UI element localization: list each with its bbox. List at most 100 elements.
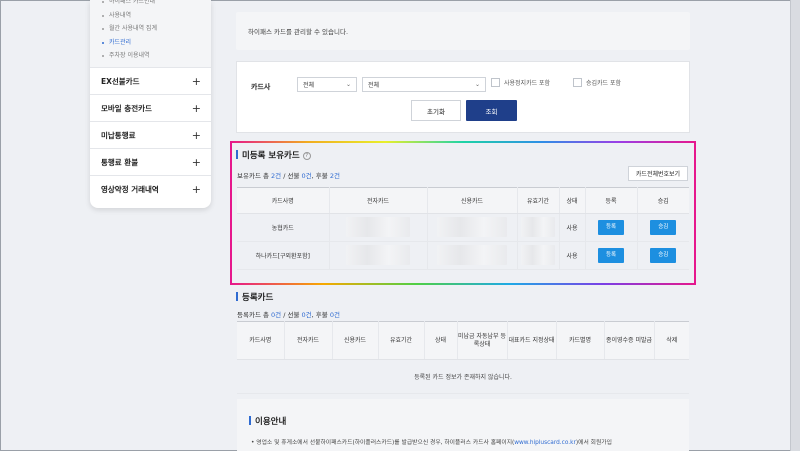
table-header-row: 카드사명 전자카드 신용카드 유효기간 상태 등록 승김 [237, 187, 689, 214]
card-company-cell: 농협카드 [237, 213, 329, 242]
scrollbar[interactable] [790, 0, 800, 451]
checkbox-box[interactable] [573, 78, 582, 87]
status-cell: 사용 [558, 241, 585, 270]
checkbox-label: 사용정지카드 포함 [504, 80, 551, 87]
transfer-button[interactable]: 승김 [650, 220, 677, 235]
sidebar-item-ex-prepaid[interactable]: EX선불카드 + [90, 67, 211, 94]
summary-postpaid: 0건 [329, 311, 340, 319]
col-header: 삭제 [653, 321, 689, 360]
subnav-item-monthly[interactable]: 월간 사용내역 집계 [102, 22, 211, 36]
register-cell: 등록 [584, 213, 637, 242]
view-full-card-numbers-button[interactable]: 카드전체번호보기 [628, 166, 688, 181]
plus-icon: + [191, 182, 201, 196]
registered-cards-table: 카드사명 전자카드 신용카드 유효기간 상태 미납금 자동납부 등록상태 대표카… [237, 321, 689, 394]
search-panel: 카드사 전체 ⌄ 전체 ⌄ 사용정지카드 포함 승김카드 포함 초기화 조회 [236, 61, 690, 133]
sidebar-item-label: 모바일 충전카드 [101, 103, 152, 113]
summary-text: , 후불 [311, 172, 330, 180]
subnav-item-usage[interactable]: 사용내역 [102, 9, 211, 23]
include-transferred-checkbox[interactable]: 승김카드 포함 [573, 78, 621, 87]
hiplus-link[interactable]: www.hipluscard.co.kr [514, 440, 576, 446]
summary-prepaid: 0건 [301, 172, 312, 180]
search-button[interactable]: 조회 [466, 100, 517, 121]
card-company-cell: 하나카드[구외환포함] [237, 241, 329, 270]
card-type-select[interactable]: 전체 ⌄ [362, 77, 486, 92]
sidebar: 하이패스 카드안내 사용내역 월간 사용내역 집계 카드관리 주차장 이용내역 … [90, 0, 211, 208]
col-header: 카드별명 [555, 321, 604, 360]
redacted-value [521, 216, 555, 237]
checkbox-label: 승김카드 포함 [586, 80, 622, 87]
include-suspended-checkbox[interactable]: 사용정지카드 포함 [491, 78, 550, 87]
guide-text: )에서 회원가입 [575, 440, 612, 446]
register-button[interactable]: 등록 [598, 220, 624, 235]
etc-card-cell [328, 213, 427, 242]
sidebar-item-label: 통행료 환불 [101, 157, 139, 167]
etc-card-cell [328, 241, 427, 270]
guide-line: • 영업소 및 휴게소에서 선불하이패스카드(하이플러스카드)를 발급받으신 경… [251, 437, 687, 446]
chevron-down-icon: ⌄ [345, 81, 351, 88]
expiry-cell [516, 241, 559, 270]
section-title-text: 미등록 보유카드 [242, 151, 300, 161]
col-header: 유효기간 [377, 321, 424, 360]
table-row: 등록된 카드 정보가 존재하지 않습니다. [237, 359, 689, 394]
col-header: 전자카드 [283, 321, 332, 360]
unregistered-section-title: 미등록 보유카드? [236, 149, 311, 161]
col-header: 전자카드 [328, 187, 427, 214]
checkbox-box[interactable] [491, 78, 500, 87]
col-header: 종이영수증 미발급 [603, 321, 654, 360]
select-value: 전체 [303, 82, 315, 89]
transfer-button[interactable]: 승김 [650, 248, 677, 263]
redacted-value [437, 216, 507, 237]
col-header: 미납금 자동납부 등록상태 [456, 321, 507, 360]
credit-card-cell [426, 213, 517, 242]
col-header: 신용카드 [426, 187, 517, 214]
summary-total: 2건 [271, 172, 282, 180]
summary-text: , 후불 [311, 311, 330, 319]
plus-icon: + [191, 128, 201, 142]
sidebar-item-mobile-card[interactable]: 모바일 충전카드 + [90, 94, 211, 121]
sidebar-item-video-contract[interactable]: 영상약정 거래내역 + [90, 175, 211, 202]
col-header: 대표카드 지정상태 [506, 321, 556, 360]
sidebar-item-label: 미납통행료 [101, 130, 136, 140]
col-header: 카드사명 [237, 187, 329, 214]
sidebar-item-label: EX선불카드 [101, 76, 140, 86]
col-header: 등록 [584, 187, 637, 214]
col-header: 신용카드 [331, 321, 378, 360]
usage-guide: 이용안내 • 영업소 및 휴게소에서 선불하이패스카드(하이플러스카드)를 발급… [237, 399, 689, 451]
sidebar-item-refund[interactable]: 통행료 환불 + [90, 148, 211, 175]
plus-icon: + [191, 101, 201, 115]
summary-text: 등록카드 총 [237, 311, 272, 319]
redacted-value [521, 244, 555, 265]
sidebar-item-label: 영상약정 거래내역 [101, 184, 159, 194]
col-header: 승김 [636, 187, 689, 214]
register-button[interactable]: 등록 [598, 248, 624, 263]
redacted-value [346, 244, 410, 265]
plus-icon: + [191, 74, 201, 88]
chevron-down-icon: ⌄ [474, 81, 480, 88]
credit-card-cell [426, 241, 517, 270]
subnav-item-card-info[interactable]: 하이패스 카드안내 [102, 0, 211, 9]
subnav-item-card-manage[interactable]: 카드관리 [102, 36, 211, 50]
subnav-item-parking[interactable]: 주차장 이용내역 [102, 49, 211, 63]
guide-text: • 영업소 및 휴게소에서 선불하이패스카드(하이플러스카드)를 발급받으신 경… [251, 440, 515, 446]
highlight-gradient-top [230, 141, 696, 143]
table-header-row: 카드사명 전자카드 신용카드 유효기간 상태 미납금 자동납부 등록상태 대표카… [237, 321, 689, 360]
register-cell: 등록 [584, 241, 637, 270]
col-header: 유효기간 [516, 187, 559, 214]
summary-text: / 선불 [281, 172, 302, 180]
transfer-cell: 승김 [636, 241, 689, 270]
unregistered-cards-table: 카드사명 전자카드 신용카드 유효기간 상태 등록 승김 농협카드 사용 등록 … [237, 187, 689, 270]
summary-text: / 선불 [281, 311, 302, 319]
reset-button[interactable]: 초기화 [411, 100, 461, 121]
summary-prepaid: 0건 [301, 311, 312, 319]
registered-section-title: 등록카드 [235, 292, 274, 303]
sidebar-item-unpaid[interactable]: 미납통행료 + [90, 121, 211, 148]
sidebar-subnav: 하이패스 카드안내 사용내역 월간 사용내역 집계 카드관리 주차장 이용내역 [90, 0, 211, 67]
col-header: 상태 [423, 321, 457, 360]
card-company-select[interactable]: 전체 ⌄ [297, 77, 357, 92]
redacted-value [437, 244, 507, 265]
registered-summary: 등록카드 총 0건 / 선불 0건, 후불 0건 [237, 309, 340, 319]
expiry-cell [516, 213, 559, 242]
help-icon[interactable]: ? [302, 152, 311, 160]
info-box: 하이패스 카드를 관리할 수 있습니다. [236, 12, 690, 50]
summary-postpaid: 2건 [329, 172, 340, 180]
